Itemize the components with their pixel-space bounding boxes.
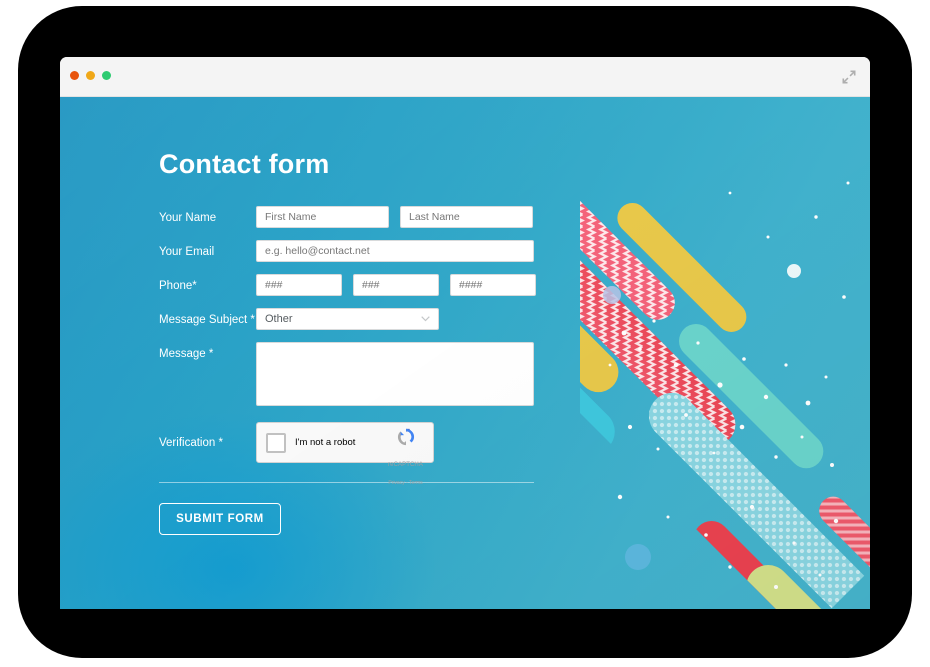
artwork-circle bbox=[787, 264, 801, 278]
label-phone: Phone* bbox=[159, 280, 197, 292]
fields-phone bbox=[256, 274, 579, 296]
fields-your-name bbox=[256, 206, 579, 228]
fields-message-subject: Other bbox=[256, 308, 579, 330]
form-row-message: Message * bbox=[159, 342, 579, 406]
close-button[interactable] bbox=[70, 71, 79, 80]
minimize-button[interactable] bbox=[86, 71, 95, 80]
artwork-circle bbox=[625, 544, 651, 570]
label-message: Message * bbox=[159, 348, 214, 360]
chevron-down-icon bbox=[421, 316, 430, 322]
label-your-email: Your Email bbox=[159, 246, 215, 258]
recaptcha-legal-text[interactable]: Privacy - Terms bbox=[388, 480, 422, 486]
form-divider bbox=[159, 482, 534, 483]
phone-area-input[interactable] bbox=[256, 274, 342, 296]
recaptcha-branding: reCAPTCHA Privacy - Terms bbox=[384, 426, 427, 489]
artwork-specks bbox=[608, 181, 850, 589]
message-textarea[interactable] bbox=[256, 342, 534, 406]
expand-arrows-icon[interactable] bbox=[841, 69, 857, 85]
phone-line-input[interactable] bbox=[450, 274, 536, 296]
browser-window: Contact form Your Name Your Email bbox=[60, 57, 870, 609]
recaptcha-widget[interactable]: I'm not a robot reCAPTCHA Privacy - Term… bbox=[256, 422, 434, 486]
message-subject-select[interactable]: Other bbox=[256, 308, 439, 330]
fields-verification: I'm not a robot reCAPTCHA Privacy - Term… bbox=[256, 422, 579, 486]
form-row-phone: Phone* bbox=[159, 274, 579, 297]
form-row-verification: Verification * I'm not a robot reCAPTCHA… bbox=[159, 422, 579, 486]
email-input[interactable] bbox=[256, 240, 534, 262]
form-row-subject: Message Subject * Other bbox=[159, 308, 579, 331]
label-your-name: Your Name bbox=[159, 212, 217, 224]
page-title: Contact form bbox=[159, 149, 330, 179]
window-title-bar bbox=[60, 57, 870, 97]
recaptcha-logo-icon bbox=[384, 426, 427, 453]
decorative-artwork bbox=[580, 97, 870, 609]
message-subject-value: Other bbox=[256, 308, 439, 330]
artwork-circle bbox=[603, 286, 621, 304]
recaptcha-brand-text: reCAPTCHA bbox=[388, 462, 423, 468]
submit-form-button[interactable]: SUBMIT FORM bbox=[159, 503, 281, 535]
label-message-subject: Message Subject * bbox=[159, 314, 255, 326]
form-row-email: Your Email bbox=[159, 240, 579, 263]
label-verification: Verification * bbox=[159, 437, 223, 449]
form-row-name: Your Name bbox=[159, 206, 579, 229]
recaptcha-label: I'm not a robot bbox=[295, 437, 356, 448]
phone-prefix-input[interactable] bbox=[353, 274, 439, 296]
last-name-input[interactable] bbox=[400, 206, 533, 228]
page-body: Contact form Your Name Your Email bbox=[60, 97, 870, 609]
fields-your-email bbox=[256, 240, 579, 262]
fields-message bbox=[256, 342, 579, 406]
screenshot-stage: Contact form Your Name Your Email bbox=[0, 0, 930, 667]
first-name-input[interactable] bbox=[256, 206, 389, 228]
artwork-svg bbox=[580, 97, 870, 609]
contact-form: Contact form Your Name Your Email bbox=[159, 97, 579, 535]
recaptcha-checkbox[interactable] bbox=[266, 432, 286, 453]
traffic-light-group bbox=[70, 71, 111, 80]
maximize-button[interactable] bbox=[102, 71, 111, 80]
form-rows: Your Name Your Email bbox=[159, 206, 579, 486]
